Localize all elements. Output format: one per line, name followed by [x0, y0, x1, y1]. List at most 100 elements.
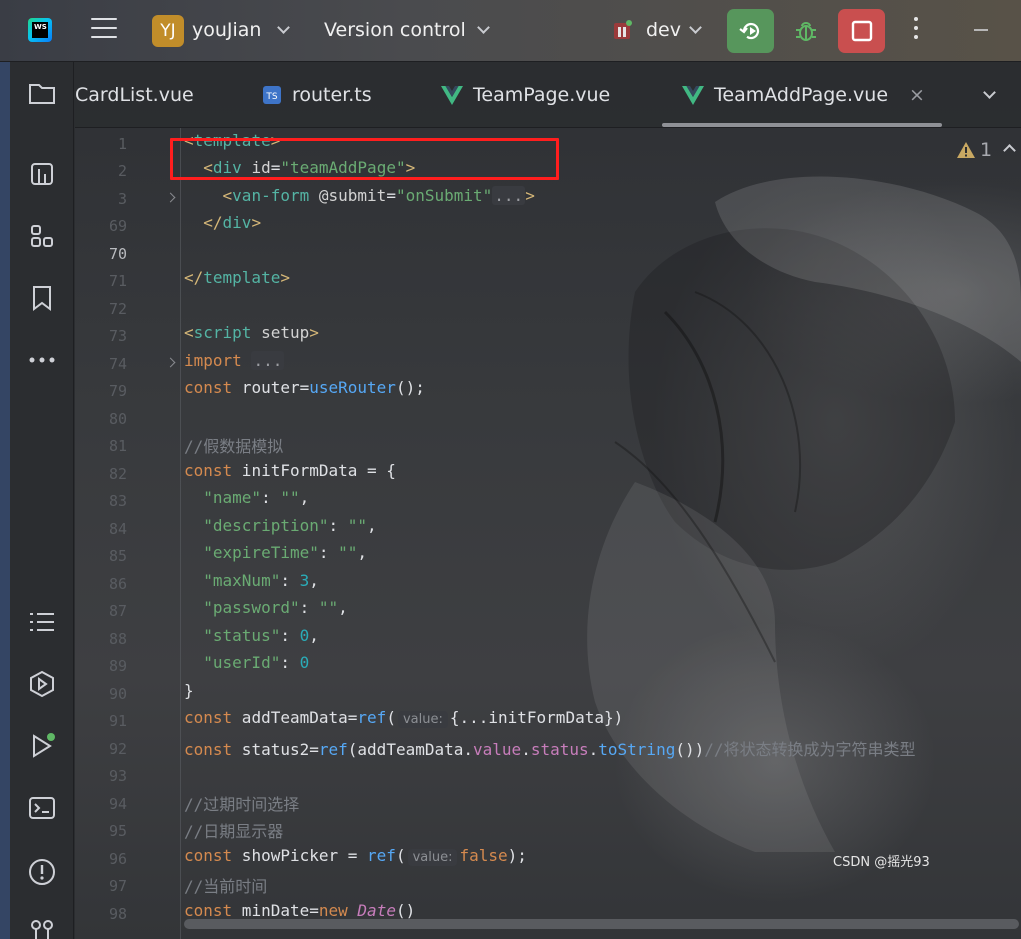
stop-button[interactable] — [838, 9, 885, 53]
git-icon[interactable] — [26, 914, 58, 939]
vcs-commit-icon[interactable] — [26, 158, 58, 190]
bookmarks-icon[interactable] — [26, 282, 58, 314]
object-key: "name" — [203, 488, 262, 507]
code-line: const router=useRouter(); — [184, 378, 425, 397]
line-number: 3 — [117, 190, 127, 208]
line-number: 69 — [108, 217, 127, 235]
line-number: 84 — [108, 520, 127, 538]
todo-list-icon[interactable] — [26, 606, 58, 638]
project-avatar[interactable]: YJ — [152, 15, 184, 47]
horizontal-scrollbar[interactable] — [184, 919, 1019, 929]
code-editor[interactable]: CardList.vue TS router.ts TeamPage.vue T… — [75, 62, 1021, 939]
code-line: const initFormData = { — [184, 461, 396, 480]
structure-icon[interactable] — [26, 220, 58, 252]
object-key: "expireTime" — [203, 543, 319, 562]
line-number: 89 — [108, 657, 127, 675]
line-number: 85 — [108, 547, 127, 565]
code-line: "description": "", — [203, 516, 377, 535]
code-comment: //将状态转换成为字符串类型 — [704, 740, 916, 759]
tab-teampage[interactable]: TeamPage.vue — [441, 84, 610, 106]
line-number: 79 — [108, 382, 127, 400]
code-line: //当前时间 — [184, 873, 267, 900]
more-actions-icon[interactable] — [910, 17, 922, 45]
line-number: 98 — [108, 905, 127, 923]
left-tool-window-bar — [10, 62, 74, 939]
tab-router[interactable]: TS router.ts — [262, 84, 372, 106]
code-line: const showPicker = ref(value: false); — [184, 846, 527, 866]
line-number: 83 — [108, 492, 127, 510]
run-config-icon[interactable] — [613, 20, 633, 40]
param-hint: value: — [397, 711, 448, 728]
tab-teamaddpage[interactable]: TeamAddPage.vue — [682, 84, 888, 106]
run-configuration-selector[interactable]: dev — [646, 19, 681, 41]
code-comment: //当前时间 — [184, 877, 268, 896]
webstorm-logo-icon[interactable]: WS — [28, 18, 52, 42]
more-tools-icon[interactable] — [26, 344, 58, 376]
line-number: 70 — [108, 245, 127, 263]
project-folder-icon[interactable] — [26, 78, 58, 110]
code-line: <van-form @submit="onSubmit"... > — [222, 186, 535, 205]
line-number: 92 — [108, 740, 127, 758]
rerun-button[interactable] — [727, 9, 774, 53]
services-icon[interactable] — [26, 668, 58, 700]
version-control-menu[interactable]: Version control — [324, 19, 466, 41]
minimize-window-icon[interactable] — [974, 29, 988, 31]
line-number: 81 — [108, 437, 127, 455]
watermark: CSDN @摇光93 — [833, 855, 930, 870]
line-number: 97 — [108, 877, 127, 895]
chevron-down-icon[interactable] — [477, 21, 490, 34]
code-line: "expireTime": "", — [203, 543, 368, 562]
line-number: 86 — [108, 575, 127, 593]
code-line: "name": "", — [203, 488, 310, 507]
main-menu-icon[interactable] — [91, 18, 117, 42]
code-line: "userId": 0 — [203, 653, 310, 672]
line-number: 74 — [108, 355, 127, 373]
tab-cardlist[interactable]: CardList.vue — [75, 84, 194, 106]
object-key: "userId" — [203, 653, 281, 672]
object-key: "password" — [203, 598, 300, 617]
editor-tab-bar: CardList.vue TS router.ts TeamPage.vue T… — [75, 62, 1021, 128]
debug-button[interactable] — [790, 15, 822, 47]
project-selector[interactable]: youJian — [192, 19, 261, 41]
code-comment: //日期显示器 — [184, 822, 284, 841]
object-key: "maxNum" — [203, 571, 281, 590]
object-key: "status" — [203, 626, 281, 645]
window-left-edge — [0, 0, 10, 939]
tab-label: TeamPage.vue — [473, 84, 611, 106]
code-line: const addTeamData=ref(value: {...initForm… — [184, 708, 624, 728]
svg-text:TS: TS — [265, 92, 277, 102]
fold-expand-icon[interactable] — [165, 192, 176, 203]
code-line: <script setup> — [184, 323, 319, 342]
tabs-dropdown-icon[interactable] — [983, 86, 996, 99]
code-line: //假数据模拟 — [184, 433, 283, 460]
annotation-highlight-box — [170, 138, 559, 180]
code-line: import ... — [184, 351, 285, 370]
line-number: 1 — [117, 135, 127, 153]
terminal-icon[interactable] — [26, 792, 58, 824]
line-number: 93 — [108, 767, 127, 785]
line-number-gutter: 1 2 3 69 70 71 72 73 74 79 80 81 82 83 8… — [75, 128, 179, 939]
line-number: 71 — [108, 272, 127, 290]
bug-icon — [796, 22, 816, 41]
line-number: 87 — [108, 602, 127, 620]
tab-label: TeamAddPage.vue — [714, 84, 889, 106]
problems-icon[interactable] — [26, 856, 58, 888]
close-tab-icon[interactable]: × — [909, 84, 925, 106]
rerun-icon — [738, 22, 759, 40]
code-text[interactable]: <template> <div id="teamAddPage"> <van-f… — [184, 128, 1021, 939]
run-icon[interactable] — [26, 730, 58, 762]
line-number: 2 — [117, 162, 127, 180]
stop-icon — [851, 20, 872, 42]
code-line: const status2=ref(addTeamData.value.stat… — [184, 740, 916, 759]
fold-expand-icon[interactable] — [165, 357, 176, 368]
chevron-down-icon[interactable] — [689, 21, 702, 34]
line-number: 73 — [108, 327, 127, 345]
vue-icon — [441, 85, 463, 105]
line-number: 90 — [108, 685, 127, 703]
line-number: 88 — [108, 630, 127, 648]
chevron-down-icon[interactable] — [277, 21, 290, 34]
